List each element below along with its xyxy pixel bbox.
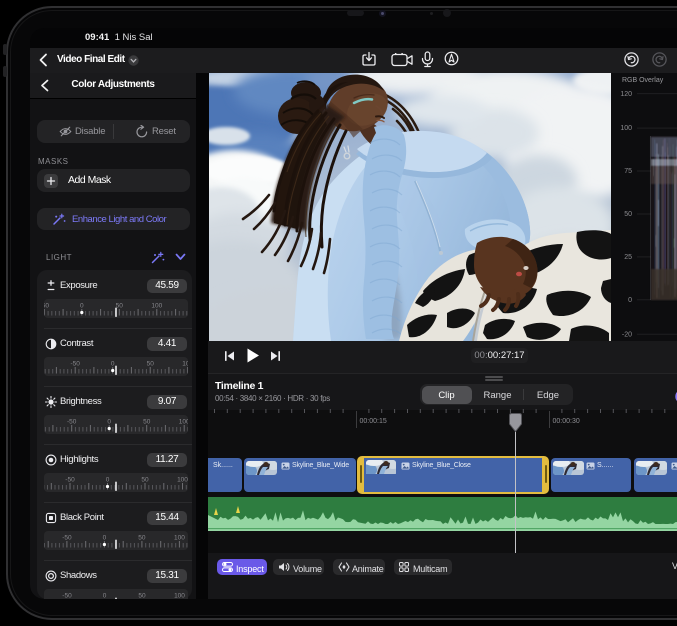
svg-text:100: 100 (151, 303, 162, 310)
svg-text:100: 100 (182, 361, 188, 368)
svg-text:75: 75 (624, 168, 632, 175)
svg-text:50: 50 (143, 419, 151, 426)
svg-text:-50: -50 (62, 593, 72, 600)
svg-text:-50: -50 (44, 303, 49, 310)
svg-text:50: 50 (138, 593, 146, 600)
svg-text:50: 50 (147, 361, 155, 368)
svg-text:100: 100 (177, 477, 188, 484)
svg-text:100: 100 (174, 593, 185, 600)
svg-text:100: 100 (179, 419, 188, 426)
svg-text:100: 100 (174, 535, 185, 542)
svg-text:50: 50 (624, 211, 632, 218)
svg-text:50: 50 (116, 303, 124, 310)
svg-text:25: 25 (624, 254, 632, 261)
svg-text:00:00:30: 00:00:30 (553, 418, 580, 425)
svg-text:120: 120 (620, 91, 632, 98)
svg-text:50: 50 (138, 535, 146, 542)
svg-text:0: 0 (103, 535, 107, 542)
svg-text:50: 50 (141, 477, 149, 484)
svg-text:-50: -50 (70, 361, 80, 368)
svg-text:-20: -20 (622, 331, 632, 338)
svg-text:00:00:15: 00:00:15 (360, 418, 387, 425)
svg-text:-50: -50 (65, 477, 75, 484)
svg-text:0: 0 (106, 477, 110, 484)
svg-text:-50: -50 (62, 535, 72, 542)
svg-text:0: 0 (628, 297, 632, 304)
svg-text:0: 0 (80, 303, 84, 310)
svg-text:0: 0 (111, 361, 115, 368)
svg-text:-100: -100 (44, 361, 45, 368)
svg-text:0: 0 (103, 593, 107, 600)
svg-text:100: 100 (620, 125, 632, 132)
svg-text:0: 0 (107, 419, 111, 426)
svg-text:-50: -50 (67, 419, 77, 426)
